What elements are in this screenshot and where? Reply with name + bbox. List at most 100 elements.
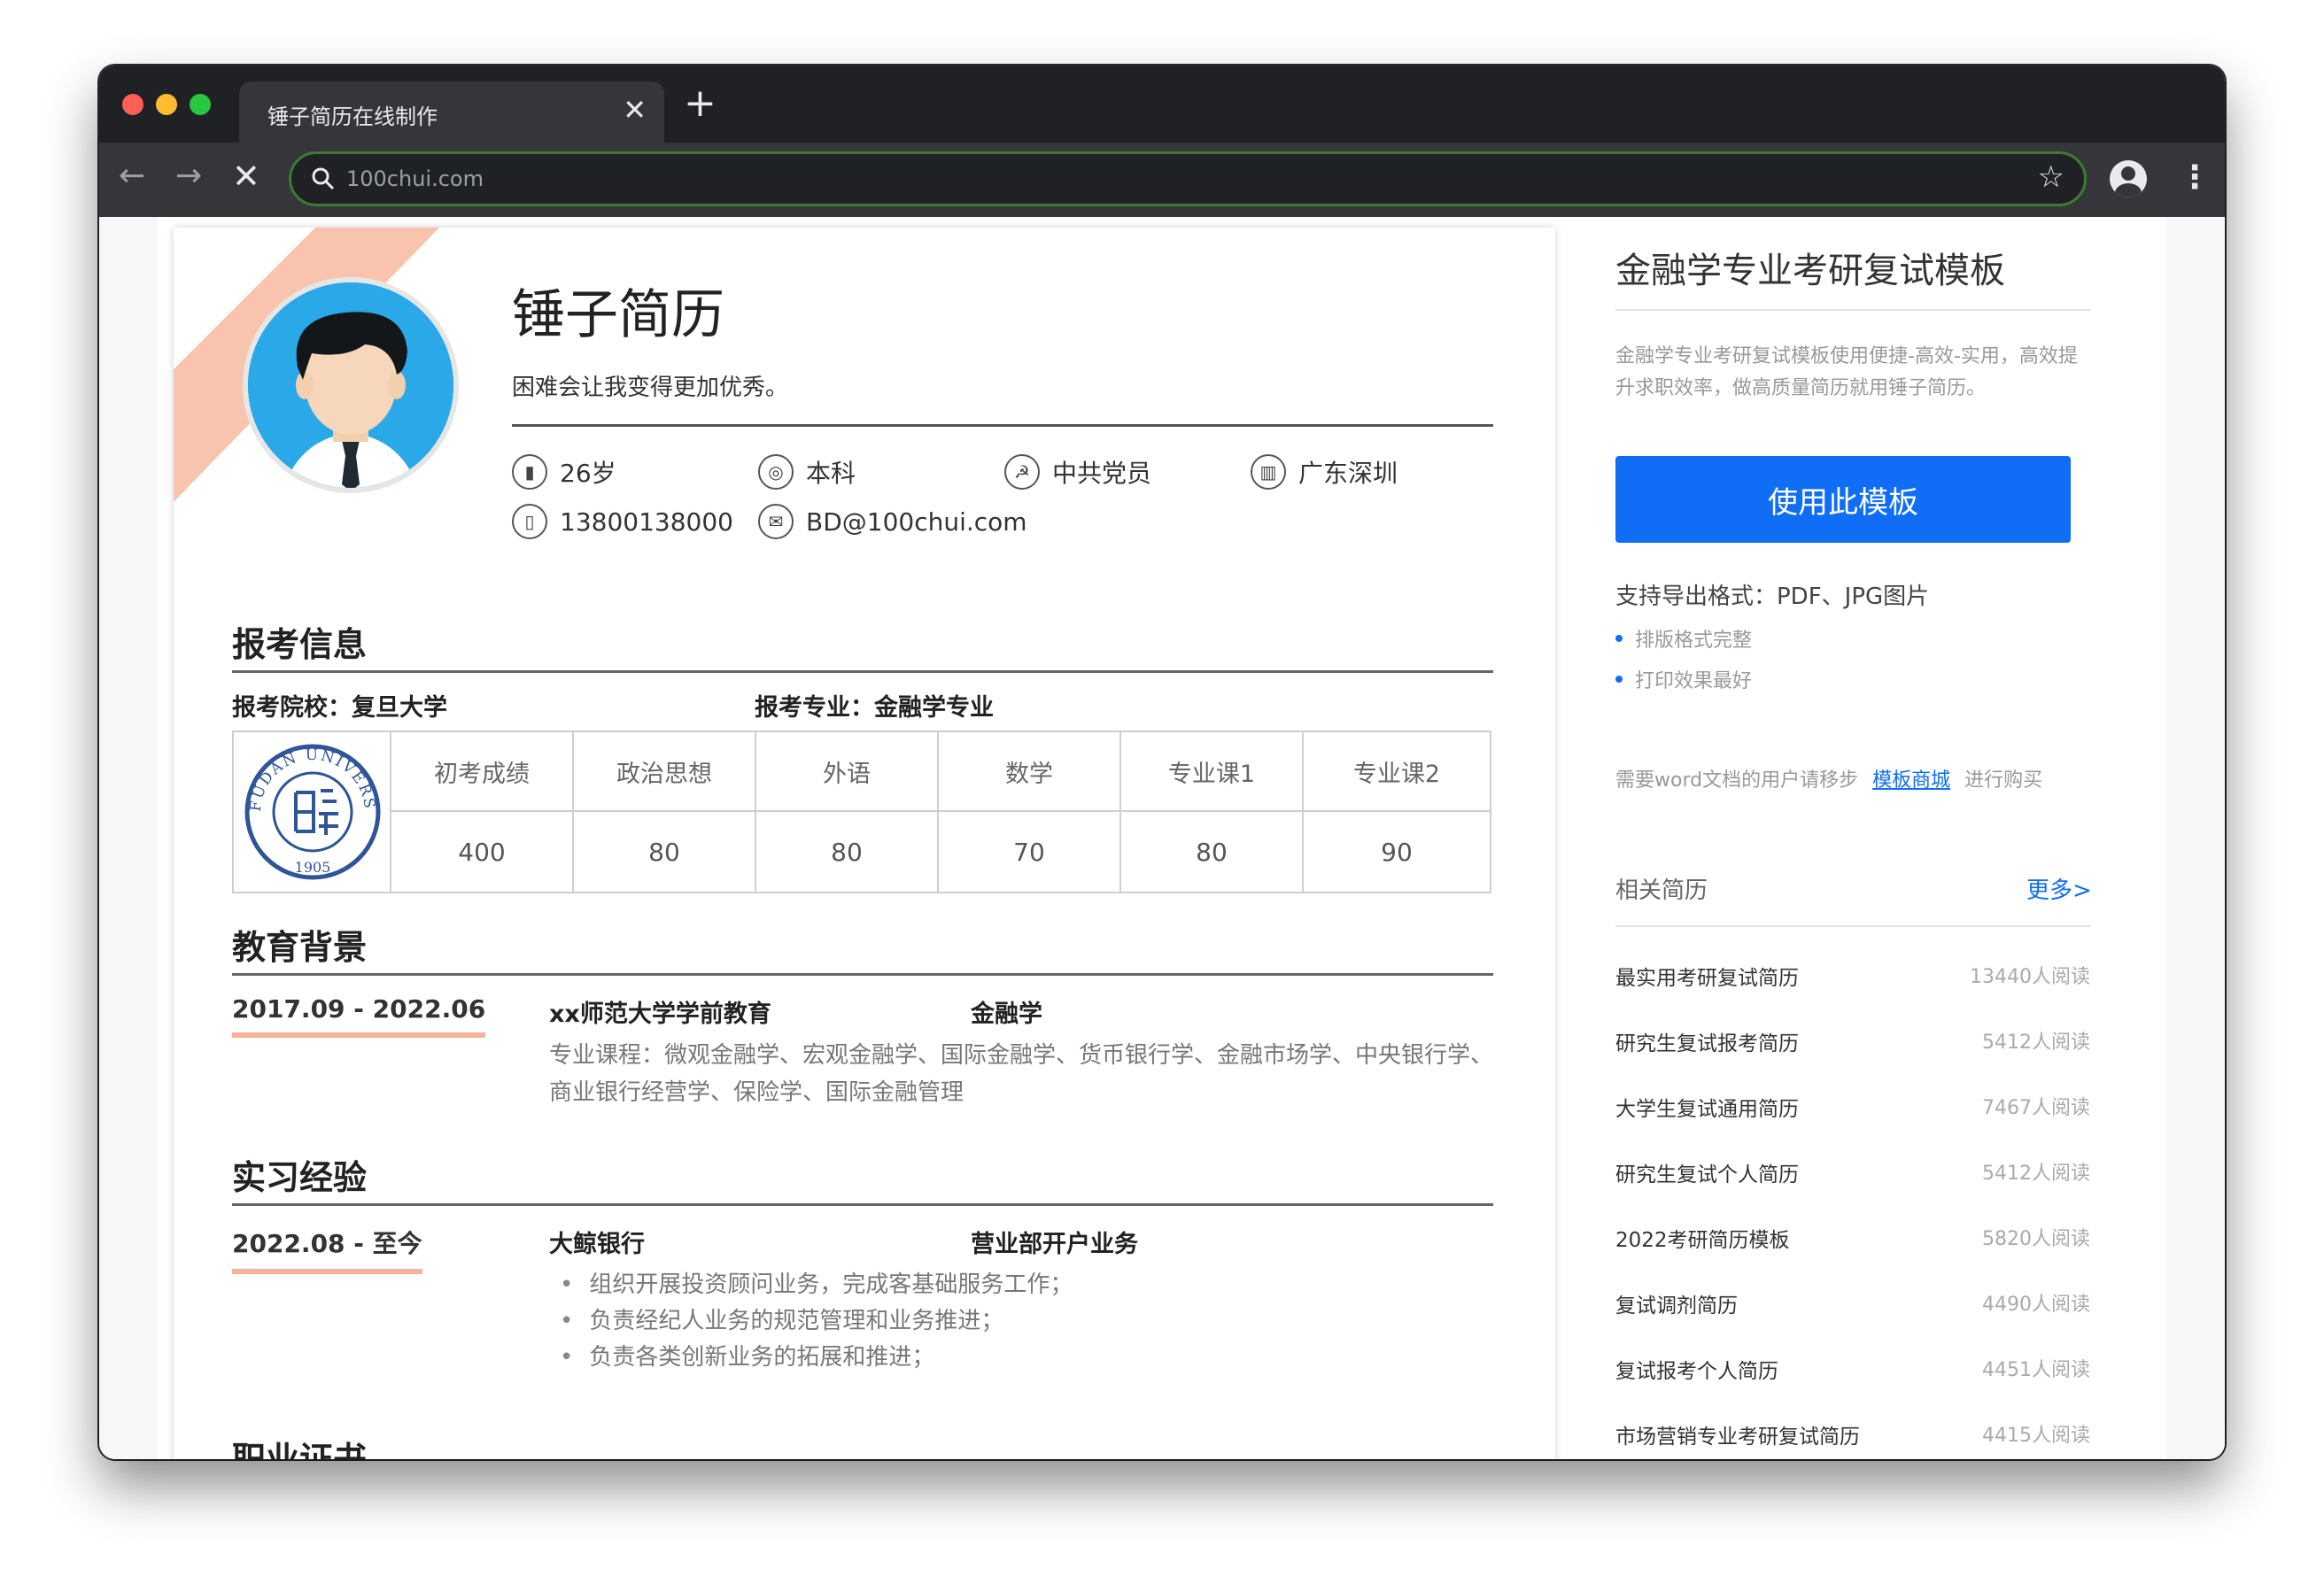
related-item[interactable]: 大学生复试通用简历 7467人阅读 <box>1615 1092 2090 1127</box>
browser-toolbar: ← → ✕ 100chui.com ☆ ⋮ <box>99 143 2225 217</box>
use-template-button[interactable]: 使用此模板 <box>1615 456 2071 543</box>
profile-avatar-icon[interactable] <box>2110 160 2147 197</box>
related-name[interactable]: 2022考研简历模板 <box>1615 1223 1790 1253</box>
score-column: 专业课1 80 <box>1121 732 1304 892</box>
bullet-dot-icon <box>1615 635 1623 642</box>
word-note-prefix: 需要word文档的用户请移步 <box>1615 769 1859 792</box>
score-column: 数学 70 <box>939 732 1121 892</box>
internship-role: 营业部开户业务 <box>971 1231 1138 1258</box>
info-degree: ◎ 本科 <box>758 454 856 490</box>
age-text: 26岁 <box>560 459 616 488</box>
related-count: 4415人阅读 <box>1982 1425 2090 1447</box>
score-subject: 政治思想 <box>574 732 755 812</box>
related-name[interactable]: 复试调剂简历 <box>1615 1288 1738 1318</box>
browser-menu-icon[interactable]: ⋮ <box>2179 158 2211 197</box>
party-emblem-icon: ☭ <box>1004 454 1040 490</box>
more-link[interactable]: 更多> <box>2026 872 2092 905</box>
word-note-suffix: 进行购买 <box>1964 769 2043 792</box>
graduation-icon: ◎ <box>758 454 794 490</box>
related-count: 13440人阅读 <box>1970 966 2090 988</box>
related-name[interactable]: 最实用考研复试简历 <box>1615 961 1799 991</box>
page-content: 锤子简历 困难会让我变得更加优秀。 ▮ 26岁 ◎ 本科 ☭ 中共党员 ▥ 广东… <box>99 217 2225 1459</box>
info-phone: ▯ 13800138000 <box>512 504 733 539</box>
section-divider <box>232 973 1493 976</box>
resume-preview: 锤子简历 困难会让我变得更加优秀。 ▮ 26岁 ◎ 本科 ☭ 中共党员 ▥ 广东… <box>174 228 1555 1459</box>
degree-text: 本科 <box>806 459 856 488</box>
score-subject: 数学 <box>939 732 1119 812</box>
template-store-link[interactable]: 模板商城 <box>1872 769 1950 792</box>
location-text: 广东深圳 <box>1298 459 1398 488</box>
related-item[interactable]: 复试报考个人简历 4451人阅读 <box>1615 1354 2090 1389</box>
search-icon <box>312 167 335 190</box>
related-name[interactable]: 大学生复试通用简历 <box>1615 1092 1799 1122</box>
score-value: 80 <box>1196 837 1228 867</box>
url-text[interactable]: 100chui.com <box>346 166 484 191</box>
score-column: 外语 80 <box>756 732 939 892</box>
new-tab-button[interactable]: + <box>684 81 717 126</box>
back-arrow-icon[interactable]: ← <box>119 157 145 196</box>
bookmark-star-icon[interactable]: ☆ <box>2038 159 2064 195</box>
word-note: 需要word文档的用户请移步 模板商城 进行购买 <box>1615 764 2042 792</box>
feature-text: 打印效果最好 <box>1635 670 1753 692</box>
internship-bullets: 组织开展投资顾问业务，完成客基础服务工作； 负责经纪人业务的规范管理和业务推进；… <box>560 1267 1073 1376</box>
info-location: ▥ 广东深圳 <box>1251 454 1398 490</box>
maximize-window-button[interactable] <box>190 94 211 115</box>
section-divider <box>232 1203 1493 1206</box>
related-count: 4451人阅读 <box>1982 1359 2090 1381</box>
stop-loading-icon[interactable]: ✕ <box>232 157 260 196</box>
score-value: 70 <box>1013 837 1045 867</box>
score-subject: 初考成绩 <box>391 732 572 812</box>
list-item: 负责经纪人业务的规范管理和业务推进； <box>560 1303 1073 1340</box>
related-item[interactable]: 最实用考研复试简历 13440人阅读 <box>1615 961 2090 996</box>
header-divider <box>512 424 1493 427</box>
resume-name: 锤子简历 <box>512 284 724 346</box>
related-item[interactable]: 研究生复试个人简历 5412人阅读 <box>1615 1157 2090 1193</box>
related-divider <box>1615 925 2090 927</box>
internship-company: 大鲸银行 <box>549 1231 645 1258</box>
building-icon: ▥ <box>1251 454 1286 490</box>
score-value: 80 <box>648 837 680 867</box>
related-name[interactable]: 研究生复试报考简历 <box>1615 1026 1799 1056</box>
score-value: 400 <box>458 837 506 867</box>
export-formats: 支持导出格式：PDF、JPG图片 <box>1615 583 1930 610</box>
related-item[interactable]: 市场营销专业考研复试简历 4415人阅读 <box>1615 1419 2090 1455</box>
info-age: ▮ 26岁 <box>512 454 616 490</box>
university-logo: FUDAN UNIVERSITY 1905 <box>227 719 391 892</box>
apply-school-label: 报考院校：复旦大学 <box>232 694 447 722</box>
related-item[interactable]: 2022考研简历模板 5820人阅读 <box>1615 1223 2090 1258</box>
resume-motto: 困难会让我变得更加优秀。 <box>512 375 789 401</box>
minimize-window-button[interactable] <box>156 94 177 115</box>
address-bar[interactable]: 100chui.com ☆ <box>289 151 2087 206</box>
section-title-internship: 实习经验 <box>232 1158 368 1197</box>
score-value: 80 <box>831 837 863 867</box>
forward-arrow-icon[interactable]: → <box>175 157 202 196</box>
related-name[interactable]: 市场营销专业考研复试简历 <box>1615 1419 1860 1449</box>
bullet-dot-icon <box>1615 676 1623 683</box>
avatar <box>243 277 459 493</box>
template-description: 金融学专业考研复试模板使用便捷-高效-实用，高效提升求职效率，做高质量简历就用锤… <box>1615 345 2078 399</box>
bar-chart-icon: ▮ <box>512 454 547 490</box>
score-table: FUDAN UNIVERSITY 1905 初考成绩 400 政治思想 80 外… <box>227 719 1491 893</box>
template-title: 金融学专业考研复试模板 <box>1615 251 2005 291</box>
score-column: 初考成绩 400 <box>391 732 574 892</box>
related-item[interactable]: 复试调剂简历 4490人阅读 <box>1615 1288 2090 1324</box>
related-count: 5820人阅读 <box>1982 1228 2090 1250</box>
education-school: xx师范大学学前教育 <box>549 1001 771 1028</box>
close-window-button[interactable] <box>122 94 143 115</box>
education-date: 2017.09 - 2022.06 <box>232 994 486 1038</box>
related-count: 5412人阅读 <box>1982 1032 2090 1054</box>
related-name[interactable]: 研究生复试个人简历 <box>1615 1157 1799 1187</box>
education-courses: 专业课程：微观金融学、宏观金融学、国际金融学、货币银行学、金融市场学、中央银行学… <box>549 1042 1494 1106</box>
tab-close-icon[interactable]: ✕ <box>623 94 647 126</box>
section-title-apply: 报考信息 <box>232 625 368 664</box>
score-subject: 外语 <box>756 732 937 812</box>
section-divider <box>232 670 1493 673</box>
active-tab[interactable]: 锤子简历在线制作 ✕ <box>239 81 664 143</box>
related-name[interactable]: 复试报考个人简历 <box>1615 1354 1778 1384</box>
related-count: 7467人阅读 <box>1982 1097 2090 1119</box>
email-text: BD@100chui.com <box>806 506 1027 537</box>
education-major: 金融学 <box>971 1001 1042 1028</box>
related-item[interactable]: 研究生复试报考简历 5412人阅读 <box>1615 1026 2090 1062</box>
browser-window: 锤子简历在线制作 ✕ + ← → ✕ 100chui.com ☆ ⋮ 锤子简历 … <box>99 66 2225 1459</box>
list-item: 组织开展投资顾问业务，完成客基础服务工作； <box>560 1267 1073 1303</box>
